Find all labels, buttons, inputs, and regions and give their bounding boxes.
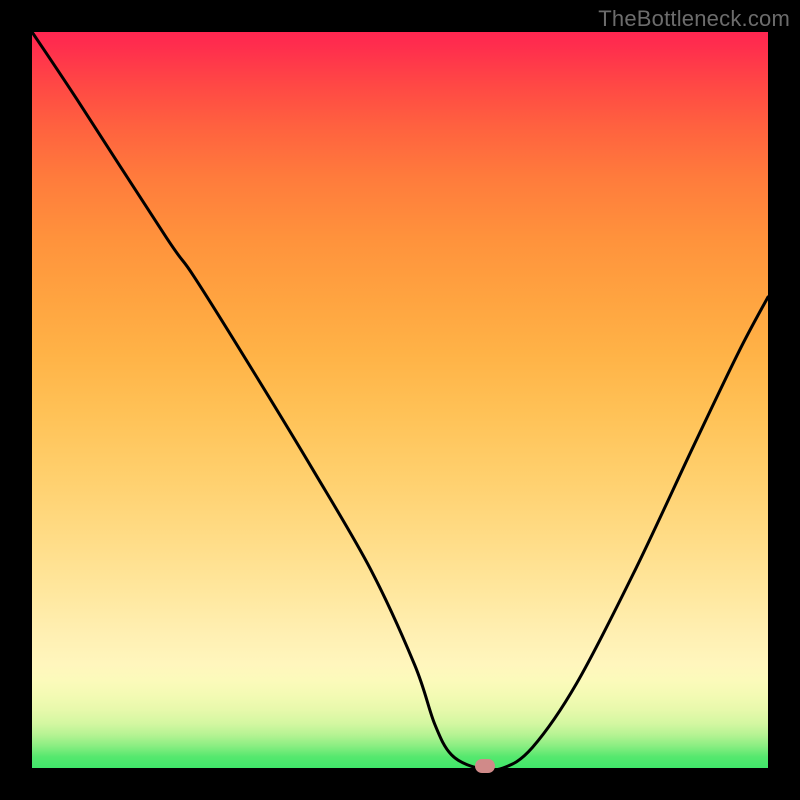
optimum-marker <box>475 759 495 773</box>
watermark-text: TheBottleneck.com <box>598 6 790 32</box>
plot-area <box>32 32 768 768</box>
bottleneck-curve <box>32 32 768 768</box>
curve-path <box>32 32 768 770</box>
chart-frame: TheBottleneck.com <box>0 0 800 800</box>
